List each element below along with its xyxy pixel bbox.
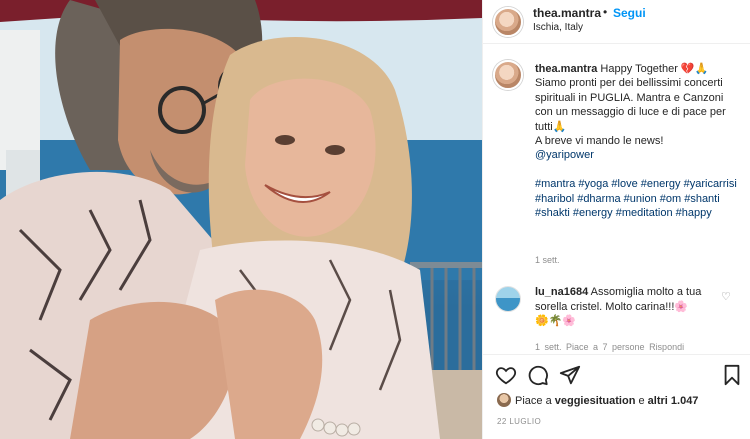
post-actions: Piace a veggiesituation e altri 1.047 22… — [483, 354, 750, 439]
caption-text: thea.mantra Happy Together 💔🙏 Siamo pron… — [535, 62, 740, 220]
commenter-avatar[interactable] — [495, 286, 521, 312]
author-username[interactable]: thea.mantra — [533, 6, 601, 20]
heart-icon[interactable] — [495, 364, 517, 386]
caption-section: thea.mantra Happy Together 💔🙏 Siamo pron… — [483, 56, 750, 274]
share-icon[interactable] — [559, 364, 581, 386]
post-sidebar: thea.mantra • Segui Ischia, Italy thea.m… — [482, 0, 750, 439]
likes-middle: e — [635, 395, 648, 407]
likes-prefix: Piace a — [515, 395, 555, 407]
caption-avatar[interactable] — [493, 60, 523, 90]
caption-hashtags[interactable]: #mantra #yoga #love #energy #yaricarrisi… — [535, 178, 740, 219]
author-avatar[interactable] — [493, 7, 523, 37]
commenter-username[interactable]: lu_na1684 — [535, 286, 588, 298]
comment-text: lu_na1684 Assomiglia molto a tua sorella… — [535, 285, 717, 329]
liker-avatar — [497, 393, 511, 407]
caption-username[interactable]: thea.mantra — [535, 63, 597, 75]
caption-time: 1 sett. — [535, 255, 560, 265]
likes-summary[interactable]: Piace a veggiesituation e altri 1.047 — [497, 393, 698, 407]
caption-first-line: Happy Together 💔🙏 — [597, 63, 709, 75]
comment-item: lu_na1684 Assomiglia molto a tua sorella… — [483, 280, 750, 352]
small-heart-icon[interactable]: ♡ — [721, 290, 731, 303]
post-header: thea.mantra • Segui Ischia, Italy — [483, 0, 750, 44]
liker-username[interactable]: veggiesituation — [555, 395, 636, 407]
post-photo[interactable] — [0, 0, 482, 439]
comment-emoji-line: 🌼🌴🌸 — [535, 315, 577, 327]
separator-dot: • — [603, 5, 608, 19]
comment-icon[interactable] — [527, 364, 549, 386]
post-location[interactable]: Ischia, Italy — [533, 22, 583, 33]
post-date: 22 LUGLIO — [497, 417, 542, 426]
bookmark-icon[interactable] — [721, 364, 743, 386]
caption-body: Siamo pronti per dei bellissimi concerti… — [535, 77, 726, 148]
comment-meta[interactable]: 1 sett. Piace a 7 persone Rispondi — [535, 342, 684, 352]
likes-others[interactable]: altri 1.047 — [648, 395, 699, 407]
follow-button[interactable]: Segui — [613, 6, 646, 20]
caption-mention[interactable]: @yaripower — [535, 149, 594, 161]
photo-illustration — [0, 0, 482, 439]
